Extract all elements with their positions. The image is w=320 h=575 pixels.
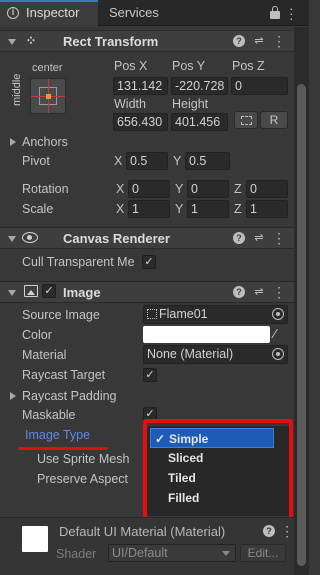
rotation-label: Rotation — [22, 182, 69, 196]
shader-edit-button[interactable]: Edit... — [240, 544, 286, 562]
height-label: Height — [172, 97, 209, 111]
more-menu-icon[interactable]: · · · — [289, 1, 294, 25]
help-icon[interactable]: ? — [233, 286, 245, 298]
rotation-y-label[interactable]: Y — [175, 182, 183, 196]
foldout-arrow-icon[interactable] — [8, 290, 16, 296]
annotation-highlight-box — [143, 419, 293, 522]
material-label: Material — [22, 348, 67, 362]
anchor-preset-button[interactable] — [30, 78, 66, 114]
scrollbar-thumb[interactable] — [297, 84, 306, 566]
material-preview-swatch — [22, 526, 48, 552]
context-menu-icon[interactable]: ⋮ — [272, 33, 286, 50]
chevron-down-icon — [222, 551, 230, 556]
rect-transform-icon: ⁘ — [25, 33, 37, 48]
tab-inspector[interactable]: i Inspector — [0, 0, 98, 26]
foldout-arrow-icon[interactable] — [8, 236, 16, 242]
height-field[interactable]: 401.456 — [171, 113, 228, 131]
tab-services-label: Services — [109, 5, 159, 20]
pos-y-field[interactable]: -220.728 — [171, 77, 228, 95]
pos-z-field[interactable]: 0 — [231, 77, 288, 95]
info-icon: i — [7, 7, 19, 19]
pos-z-label: Pos Z — [232, 59, 265, 73]
pos-x-field[interactable]: 131.142 — [113, 77, 168, 95]
scale-x-label[interactable]: X — [116, 202, 124, 216]
blueprint-icon — [241, 116, 252, 125]
anchors-label[interactable]: Anchors — [22, 135, 68, 149]
tab-inspector-label: Inspector — [26, 5, 80, 20]
source-image-label: Source Image — [22, 308, 100, 322]
context-menu-icon[interactable]: ⋮ — [272, 230, 286, 247]
context-menu-icon[interactable]: ⋮ — [280, 523, 294, 540]
pivot-label: Pivot — [22, 154, 50, 168]
eyedropper-icon[interactable]: ⁄ — [274, 326, 286, 342]
help-icon[interactable]: ? — [233, 232, 245, 244]
shader-label: Shader — [56, 547, 97, 561]
pivot-x-field[interactable]: 0.5 — [126, 152, 168, 170]
pivot-x-label[interactable]: X — [114, 154, 122, 168]
scale-x-field[interactable]: 1 — [128, 200, 170, 218]
raycast-target-label: Raycast Target — [22, 368, 106, 382]
rotation-z-label[interactable]: Z — [234, 182, 242, 196]
width-label: Width — [114, 97, 146, 111]
image-enabled-checkbox[interactable]: ✓ — [42, 284, 56, 298]
material-footer-title: Default UI Material (Material) — [59, 524, 226, 539]
color-label: Color — [22, 328, 52, 342]
raw-edit-button[interactable]: R — [260, 111, 288, 129]
rotation-x-field[interactable]: 0 — [128, 180, 170, 198]
help-icon[interactable]: ? — [263, 525, 275, 537]
shader-value: UI/Default — [112, 546, 168, 560]
image-component-icon — [24, 285, 38, 297]
pivot-y-field[interactable]: 0.5 — [185, 152, 230, 170]
anchor-preset-top-label: center — [32, 62, 63, 74]
use-sprite-mesh-label: Use Sprite Mesh — [37, 452, 130, 466]
source-image-field[interactable]: Flame01 — [143, 305, 288, 324]
scale-z-label[interactable]: Z — [234, 202, 242, 216]
pos-y-label: Pos Y — [172, 59, 206, 73]
color-swatch[interactable] — [143, 326, 270, 343]
preset-icon[interactable]: ⇌ — [252, 285, 266, 298]
help-icon[interactable]: ? — [233, 35, 245, 47]
raycast-target-checkbox[interactable]: ✓ — [143, 368, 157, 382]
blueprint-mode-button[interactable] — [234, 111, 258, 129]
rotation-y-field[interactable]: 0 — [187, 180, 229, 198]
canvas-renderer-title: Canvas Renderer — [63, 231, 170, 246]
foldout-arrow-icon[interactable] — [8, 39, 16, 45]
scale-label: Scale — [22, 202, 54, 216]
annotation-underline — [18, 447, 108, 450]
shader-dropdown[interactable]: UI/Default — [108, 544, 236, 562]
sprite-icon — [147, 309, 157, 319]
raycast-padding-label[interactable]: Raycast Padding — [22, 389, 117, 403]
scale-z-field[interactable]: 1 — [246, 200, 288, 218]
object-picker-icon[interactable] — [272, 308, 284, 320]
image-type-label: Image Type — [25, 428, 91, 442]
anchor-preset-side-label: middle — [11, 73, 23, 106]
preserve-aspect-label: Preserve Aspect — [37, 472, 129, 486]
cull-transparent-checkbox[interactable]: ✓ — [142, 255, 156, 269]
anchors-foldout-icon[interactable] — [10, 138, 16, 146]
preset-icon[interactable]: ⇌ — [252, 231, 266, 244]
object-picker-icon[interactable] — [272, 348, 284, 360]
width-field[interactable]: 656.430 — [113, 113, 168, 131]
pos-x-label: Pos X — [114, 59, 148, 73]
maskable-label: Maskable — [22, 408, 76, 422]
context-menu-icon[interactable]: ⋮ — [272, 284, 286, 301]
pivot-y-label[interactable]: Y — [173, 154, 181, 168]
eye-icon — [22, 232, 38, 243]
rotation-x-label[interactable]: X — [116, 182, 124, 196]
image-title: Image — [63, 285, 101, 300]
rotation-z-field[interactable]: 0 — [246, 180, 288, 198]
tab-services[interactable]: Services — [103, 0, 173, 26]
scale-y-field[interactable]: 1 — [187, 200, 229, 218]
scale-y-label[interactable]: Y — [175, 202, 183, 216]
material-field[interactable]: None (Material) — [143, 345, 288, 364]
lock-icon[interactable] — [270, 6, 280, 19]
rect-transform-title: Rect Transform — [63, 34, 159, 49]
raycast-padding-foldout-icon[interactable] — [10, 392, 16, 400]
source-image-value: Flame01 — [159, 307, 208, 321]
preset-icon[interactable]: ⇌ — [252, 34, 266, 47]
cull-transparent-label: Cull Transparent Me — [22, 255, 135, 269]
